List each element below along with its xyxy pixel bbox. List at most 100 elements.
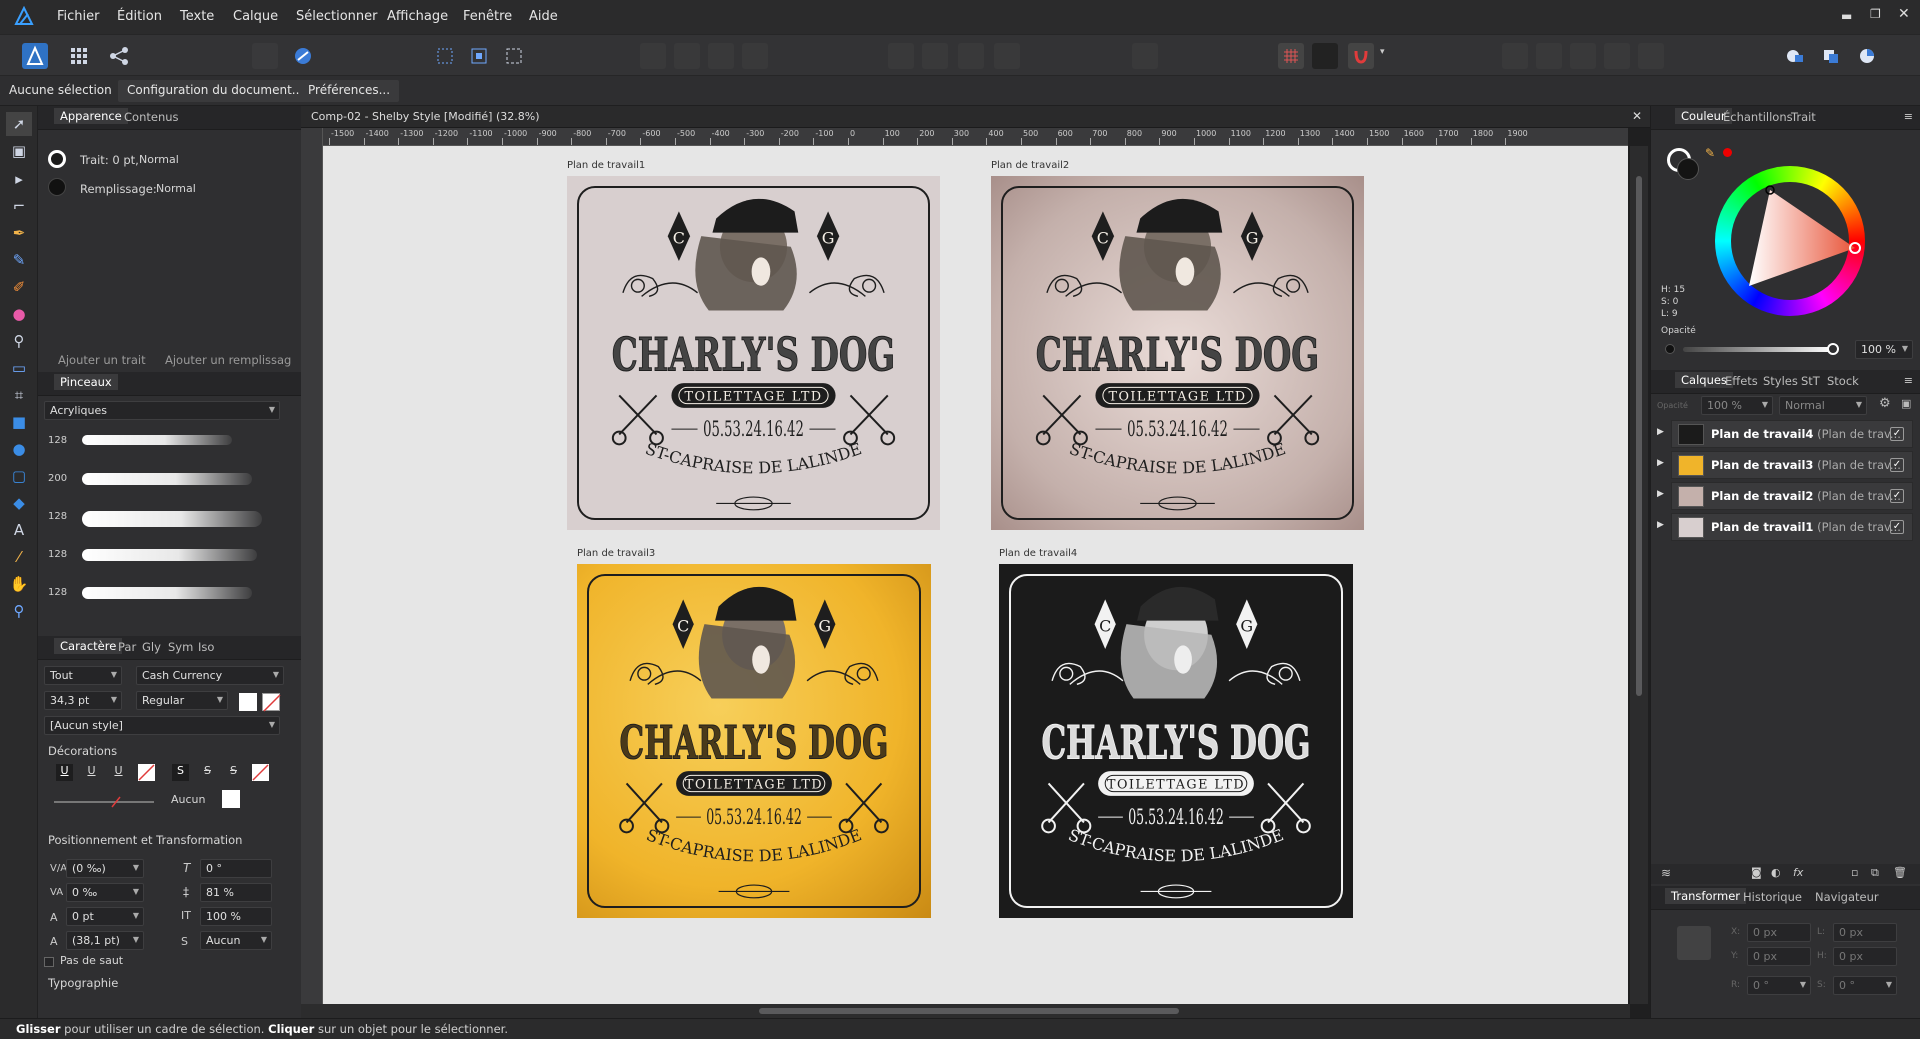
tab-navigator[interactable]: Navigateur (1815, 890, 1879, 904)
brush-item[interactable]: 128 (44, 502, 274, 534)
preferences-button[interactable]: Préférences... (299, 80, 400, 102)
brush-item[interactable]: 128 (44, 540, 274, 572)
zoom-tool-icon[interactable]: ⚲ (6, 599, 32, 623)
decoration-color-swatch[interactable] (222, 790, 240, 808)
tab-stock[interactable]: Stock (1827, 374, 1859, 388)
expand-icon[interactable]: ▶ (1657, 520, 1664, 530)
node-tool-icon[interactable]: ▸ (6, 167, 32, 191)
underline-style-button[interactable]: U (110, 764, 127, 781)
y-field[interactable]: 0 px (1747, 947, 1811, 966)
tab-iso[interactable]: Iso (198, 640, 214, 654)
arrange-icon[interactable] (640, 43, 666, 69)
rotation-field[interactable]: 0 ° ▼ (1747, 976, 1811, 995)
minimize-icon[interactable]: ▬ (1841, 9, 1852, 23)
font-family-select[interactable]: Cash Currency ▼ (136, 666, 284, 685)
view-mode-icon[interactable] (1818, 43, 1844, 69)
tab-glyphs[interactable]: Gly (142, 640, 161, 654)
fx-icon[interactable]: fx (1793, 866, 1803, 879)
tab-brushes[interactable]: Pinceaux (54, 374, 118, 390)
tracking-field[interactable]: 0 ‰ ▼ (66, 883, 144, 902)
pencil-tool-icon[interactable]: ✎ (6, 248, 32, 272)
fill-mode[interactable]: Normal (156, 182, 196, 195)
tab-swatches[interactable]: Échantillons (1723, 110, 1793, 124)
snapping-options-icon[interactable] (1312, 43, 1338, 69)
x-field[interactable]: 0 px (1747, 923, 1811, 942)
h-field[interactable]: 0 px (1833, 947, 1897, 966)
horizontal-ruler[interactable]: -1500 -1400 -1300 -1200 -1100 -1000 -900 -800 -7… (323, 128, 1628, 146)
artboard-2[interactable]: C G CHARLY'S DOG TOILETTAGE LTD 05.53.24… (991, 176, 1364, 530)
artboard-tool-icon[interactable]: ▣ (6, 139, 32, 163)
tab-paragraph[interactable]: Par (118, 640, 136, 654)
add-stroke-button[interactable]: Ajouter un trait (58, 353, 146, 367)
double-strike-button[interactable]: S (199, 764, 216, 781)
strike-style-button[interactable]: S (225, 764, 242, 781)
snapping-magnet-icon[interactable] (1348, 43, 1374, 69)
underline-weight-slider[interactable] (54, 796, 154, 808)
artboard-1[interactable]: C G CHARLY'S DOG TOILETTAGE LTD 05.53.24… (567, 176, 940, 530)
layer-row[interactable]: ▶ Plan de travail4 (Plan de trav... ✓ (1657, 420, 1915, 448)
menu-aide[interactable]: Aide (529, 9, 558, 24)
close-document-icon[interactable]: ✕ (1632, 109, 1642, 123)
select-intersect-icon[interactable] (501, 43, 527, 69)
text-scope-select[interactable]: Tout ▼ (44, 666, 122, 685)
fill-swatch[interactable] (48, 178, 66, 196)
layer-opacity-field[interactable]: 100 % ▼ (1701, 396, 1773, 415)
tab-appearance[interactable]: Apparence (54, 108, 128, 124)
brush-item[interactable]: 128 (44, 578, 274, 610)
baseline-field[interactable]: 0 pt ▼ (66, 907, 144, 926)
font-weight-select[interactable]: Regular ▼ (136, 691, 228, 710)
w-field[interactable]: 0 px (1833, 923, 1897, 942)
panel-menu-icon[interactable]: ≡ (1904, 110, 1913, 123)
script-select[interactable]: Aucun ▼ (200, 931, 272, 950)
tab-contents[interactable]: Contenus (124, 110, 179, 124)
recent-color-swatch[interactable] (1723, 148, 1732, 157)
tab-symbols[interactable]: Sym (168, 640, 193, 654)
tab-text-styles[interactable]: StT (1801, 374, 1820, 388)
color-wheel[interactable] (1715, 166, 1865, 316)
export-persona-icon[interactable] (106, 43, 132, 69)
menu-calque[interactable]: Calque (233, 9, 278, 24)
tab-transform[interactable]: Transformer (1665, 888, 1747, 904)
ellipse-tool-icon[interactable]: ● (6, 437, 32, 461)
rectangle-tool-icon[interactable]: ■ (6, 410, 32, 434)
brush-tool-icon[interactable]: ✐ (6, 275, 32, 299)
align-icon[interactable] (958, 43, 984, 69)
boolean-icon[interactable] (1638, 43, 1664, 69)
corner-tool-icon[interactable]: ⌐ (6, 194, 32, 218)
mask-icon[interactable]: ◙ (1751, 866, 1762, 879)
gear-icon[interactable]: ⚙ (1879, 396, 1891, 411)
rotate-icon[interactable] (1132, 43, 1158, 69)
designer-persona-icon[interactable] (22, 43, 48, 69)
vertical-ruler[interactable] (301, 128, 323, 1008)
group-icon[interactable]: ⧉ (1871, 866, 1879, 880)
stroke-swatch[interactable] (48, 150, 66, 168)
position-transform-header[interactable]: Positionnement et Transformation (48, 833, 242, 847)
align-icon[interactable] (994, 43, 1020, 69)
align-icon[interactable] (888, 43, 914, 69)
layer-visibility-checkbox[interactable]: ✓ (1890, 489, 1904, 503)
app-logo-icon[interactable] (14, 5, 34, 26)
view-mode-icon[interactable] (1782, 43, 1808, 69)
brush-category-select[interactable]: Acryliques ▼ (44, 401, 280, 420)
expand-icon[interactable]: ▶ (1657, 458, 1664, 468)
expand-icon[interactable]: ▶ (1657, 427, 1664, 437)
layer-visibility-checkbox[interactable]: ✓ (1890, 427, 1904, 441)
artboard-4[interactable]: C G CHARLY'S DOG TOILETTAGE LTD 05.53.24… (999, 564, 1353, 918)
boolean-icon[interactable] (1604, 43, 1630, 69)
select-inside-icon[interactable] (466, 43, 492, 69)
opacity-slider-handle[interactable] (1827, 343, 1839, 355)
select-box-icon[interactable] (432, 43, 458, 69)
vertical-scroll-thumb[interactable] (1636, 176, 1642, 696)
text-bg-swatch[interactable] (262, 693, 281, 712)
horizontal-scale-field[interactable]: 100 % (200, 907, 272, 926)
hand-tool-icon[interactable]: ✋ (6, 572, 32, 596)
menu-affichage[interactable]: Affichage (387, 9, 448, 24)
boolean-icon[interactable] (1502, 43, 1528, 69)
adjustment-icon[interactable]: ◐ (1771, 866, 1781, 879)
vertical-scale-field[interactable]: 81 % (200, 883, 272, 902)
add-fill-button[interactable]: Ajouter un remplissag (165, 353, 291, 367)
rounded-rect-tool-icon[interactable]: ▢ (6, 464, 32, 488)
tab-effects[interactable]: Effets (1725, 374, 1758, 388)
typography-header[interactable]: Typographie (48, 976, 118, 990)
shape-tool-icon[interactable]: ◆ (6, 491, 32, 515)
